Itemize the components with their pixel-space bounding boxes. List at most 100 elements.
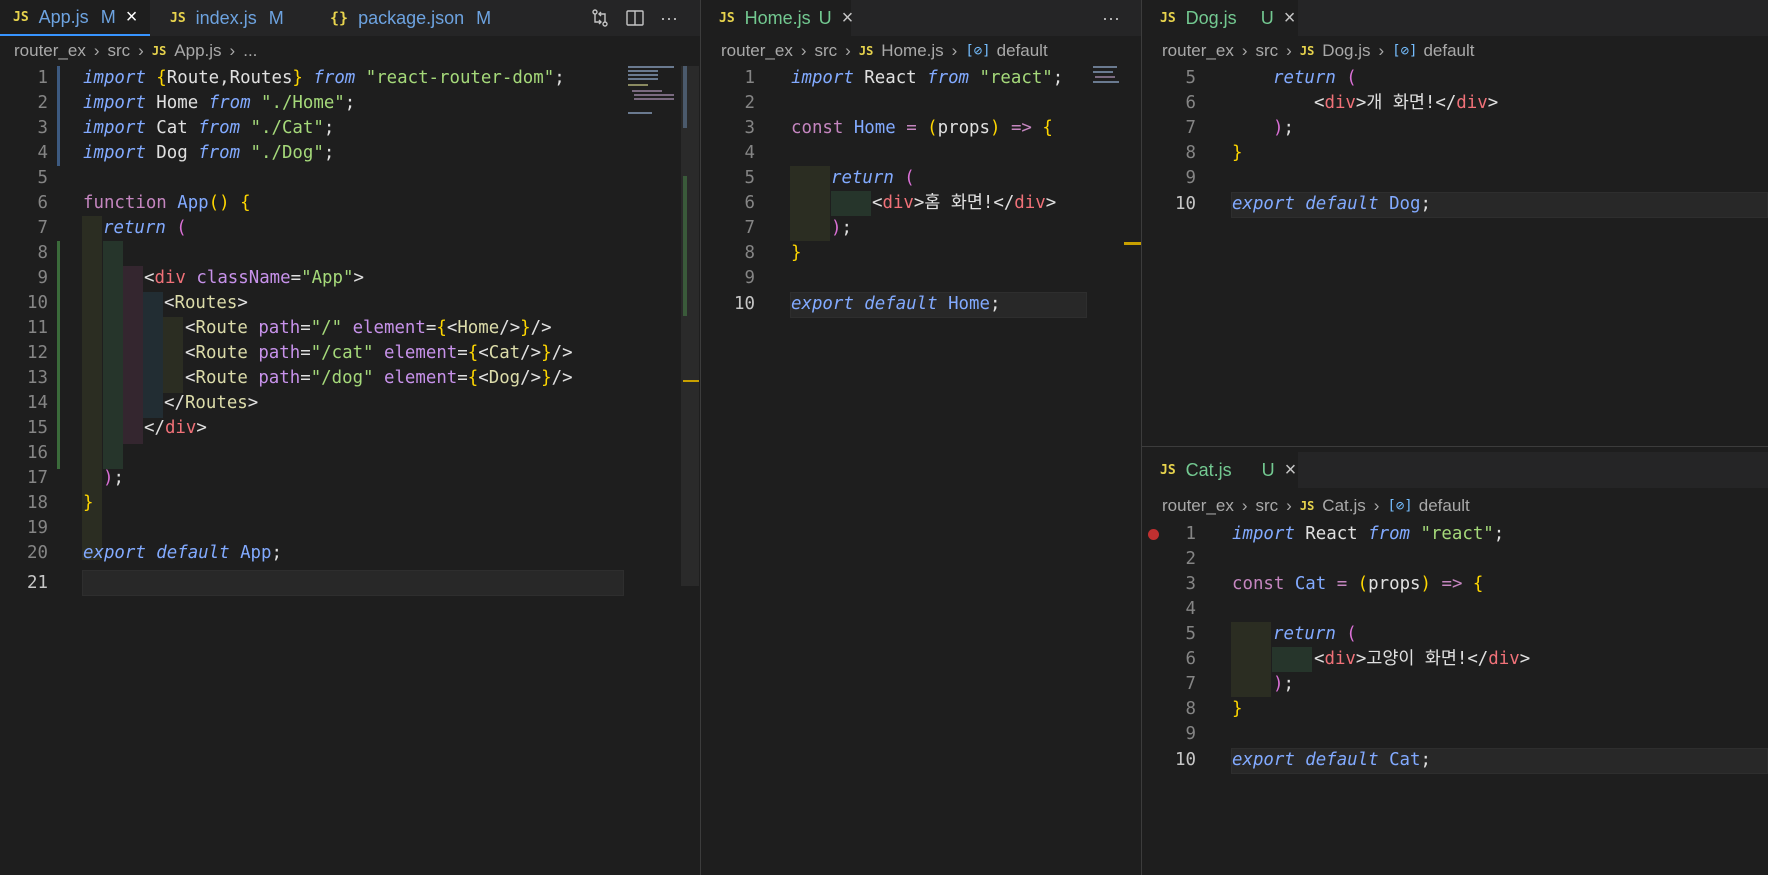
middle-editor-group: JS Home.js U × ··· router_ex › src › JS Hom… — [701, 0, 1141, 875]
compare-changes-icon[interactable] — [585, 0, 615, 36]
breadcrumb-symbol[interactable]: ... — [243, 41, 257, 61]
split-editor-icon[interactable] — [620, 0, 650, 36]
line-number: 8 — [1185, 699, 1196, 719]
line-number: 2 — [37, 93, 48, 113]
line-number: 16 — [27, 443, 48, 463]
line-number: 5 — [1185, 68, 1196, 88]
breadcrumb-folder[interactable]: src — [815, 41, 838, 61]
close-icon[interactable]: × — [1285, 459, 1297, 482]
tab-index-js[interactable]: JS index.js M — [170, 0, 284, 36]
line-number: 8 — [37, 243, 48, 263]
line-number: 1 — [1185, 524, 1196, 544]
git-gutter-modified — [57, 66, 60, 166]
breadcrumb-folder[interactable]: src — [108, 41, 131, 61]
breadcrumb-symbol[interactable]: default — [997, 41, 1048, 61]
breadcrumb: router_ex › src › JS Home.js › [⊘] default — [701, 38, 1141, 64]
tab-label: Cat.js — [1185, 459, 1232, 480]
breakpoint-icon[interactable] — [1148, 529, 1159, 540]
line-number: 14 — [27, 393, 48, 413]
line-number: 12 — [27, 343, 48, 363]
modified-badge: M — [100, 6, 116, 27]
symbol-variable-icon: [⊘] — [1392, 43, 1418, 59]
line-number: 4 — [37, 143, 48, 163]
chevron-right-icon: › — [951, 41, 958, 60]
right-top-tab-bar: JS Dog.js U × — [1142, 0, 1768, 36]
breadcrumb-folder[interactable]: router_ex — [1162, 496, 1234, 516]
breadcrumb-folder[interactable]: router_ex — [1162, 41, 1234, 61]
close-icon[interactable]: × — [842, 7, 854, 30]
line-number: 9 — [1185, 724, 1196, 744]
javascript-file-icon: JS — [1160, 10, 1176, 26]
javascript-file-icon: JS — [13, 9, 29, 25]
breadcrumb-file[interactable]: Home.js — [881, 41, 943, 61]
line-number: 8 — [1185, 143, 1196, 163]
more-actions-icon[interactable]: ··· — [1096, 0, 1126, 36]
line-number: 5 — [37, 168, 48, 188]
breadcrumb-file[interactable]: Cat.js — [1322, 496, 1365, 516]
indent-guide — [1272, 647, 1312, 672]
modified-badge: M — [476, 7, 492, 28]
line-number: 1 — [37, 68, 48, 88]
javascript-file-icon: JS — [170, 10, 186, 26]
breadcrumb-file[interactable]: App.js — [174, 41, 221, 61]
line-number: 11 — [27, 318, 48, 338]
line-number: 17 — [27, 468, 48, 488]
breadcrumb-file[interactable]: Dog.js — [1322, 41, 1370, 61]
line-number: 20 — [27, 543, 48, 563]
line-number: 10 — [1175, 750, 1196, 770]
line-number: 13 — [27, 368, 48, 388]
close-icon[interactable]: × — [126, 6, 138, 29]
line-number: 19 — [27, 518, 48, 538]
indent-guide — [790, 166, 830, 241]
javascript-file-icon: JS — [1299, 44, 1315, 58]
tab-label: index.js — [195, 7, 257, 28]
code-area[interactable]: 1 import {Route,Routes} from "react-route… — [0, 66, 700, 596]
line-number: 9 — [1185, 168, 1196, 188]
breadcrumb-symbol[interactable]: default — [1419, 496, 1470, 516]
line-number: 3 — [744, 118, 755, 138]
line-number: 21 — [27, 573, 48, 593]
breadcrumb-symbol[interactable]: default — [1423, 41, 1474, 61]
tab-home-js[interactable]: JS Home.js U × — [701, 0, 854, 36]
breadcrumb-folder[interactable]: src — [1256, 496, 1279, 516]
chevron-right-icon: › — [1378, 41, 1385, 60]
json-file-icon: {} — [330, 9, 349, 27]
line-number: 3 — [37, 118, 48, 138]
line-number: 1 — [744, 68, 755, 88]
line-number: 18 — [27, 493, 48, 513]
chevron-right-icon: › — [93, 41, 100, 60]
line-number: 3 — [1185, 574, 1196, 594]
tab-cat-js[interactable]: JS Cat.js U × — [1142, 452, 1298, 488]
line-number: 6 — [1185, 93, 1196, 113]
close-icon[interactable]: × — [1284, 7, 1296, 30]
line-number: 4 — [1185, 599, 1196, 619]
line-number: 7 — [744, 218, 755, 238]
breadcrumb: router_ex › src › JS Dog.js › [⊘] default — [1142, 38, 1768, 64]
tab-label: package.json — [358, 7, 465, 28]
git-gutter-added — [57, 241, 60, 469]
javascript-file-icon: JS — [1160, 462, 1176, 478]
code-area[interactable]: 1 import React from "react"; 2 3 const Cat… — [1142, 522, 1768, 782]
more-actions-icon[interactable]: ··· — [654, 0, 684, 36]
tab-app-js[interactable]: JS App.js M × — [0, 0, 150, 36]
line-number: 9 — [37, 268, 48, 288]
code-area[interactable]: 1 import React from "react"; 2 3 const Hom… — [701, 66, 1141, 326]
breadcrumb-folder[interactable]: router_ex — [14, 41, 86, 61]
tab-dog-js[interactable]: JS Dog.js U × — [1142, 0, 1298, 36]
code-area[interactable]: 5 return ( 6 <div>개 화면!</div> 7); 8} 9 10 e… — [1142, 66, 1768, 226]
breadcrumb-folder[interactable]: router_ex — [721, 41, 793, 61]
tab-package-json[interactable]: {} package.json M — [330, 0, 491, 36]
chevron-right-icon: › — [1373, 496, 1380, 515]
tab-label: Home.js — [744, 7, 811, 28]
tab-label: Dog.js — [1185, 7, 1237, 28]
middle-tab-bar: JS Home.js U × ··· — [701, 0, 1141, 36]
chevron-right-icon: › — [1286, 496, 1292, 515]
breadcrumb-folder[interactable]: src — [1256, 41, 1279, 61]
current-line-highlight — [82, 570, 624, 596]
chevron-right-icon: › — [229, 41, 236, 60]
chevron-right-icon: › — [1241, 41, 1248, 60]
line-number: 6 — [37, 193, 48, 213]
line-number: 6 — [1185, 649, 1196, 669]
javascript-file-icon: JS — [858, 44, 874, 58]
javascript-file-icon: JS — [151, 44, 167, 58]
